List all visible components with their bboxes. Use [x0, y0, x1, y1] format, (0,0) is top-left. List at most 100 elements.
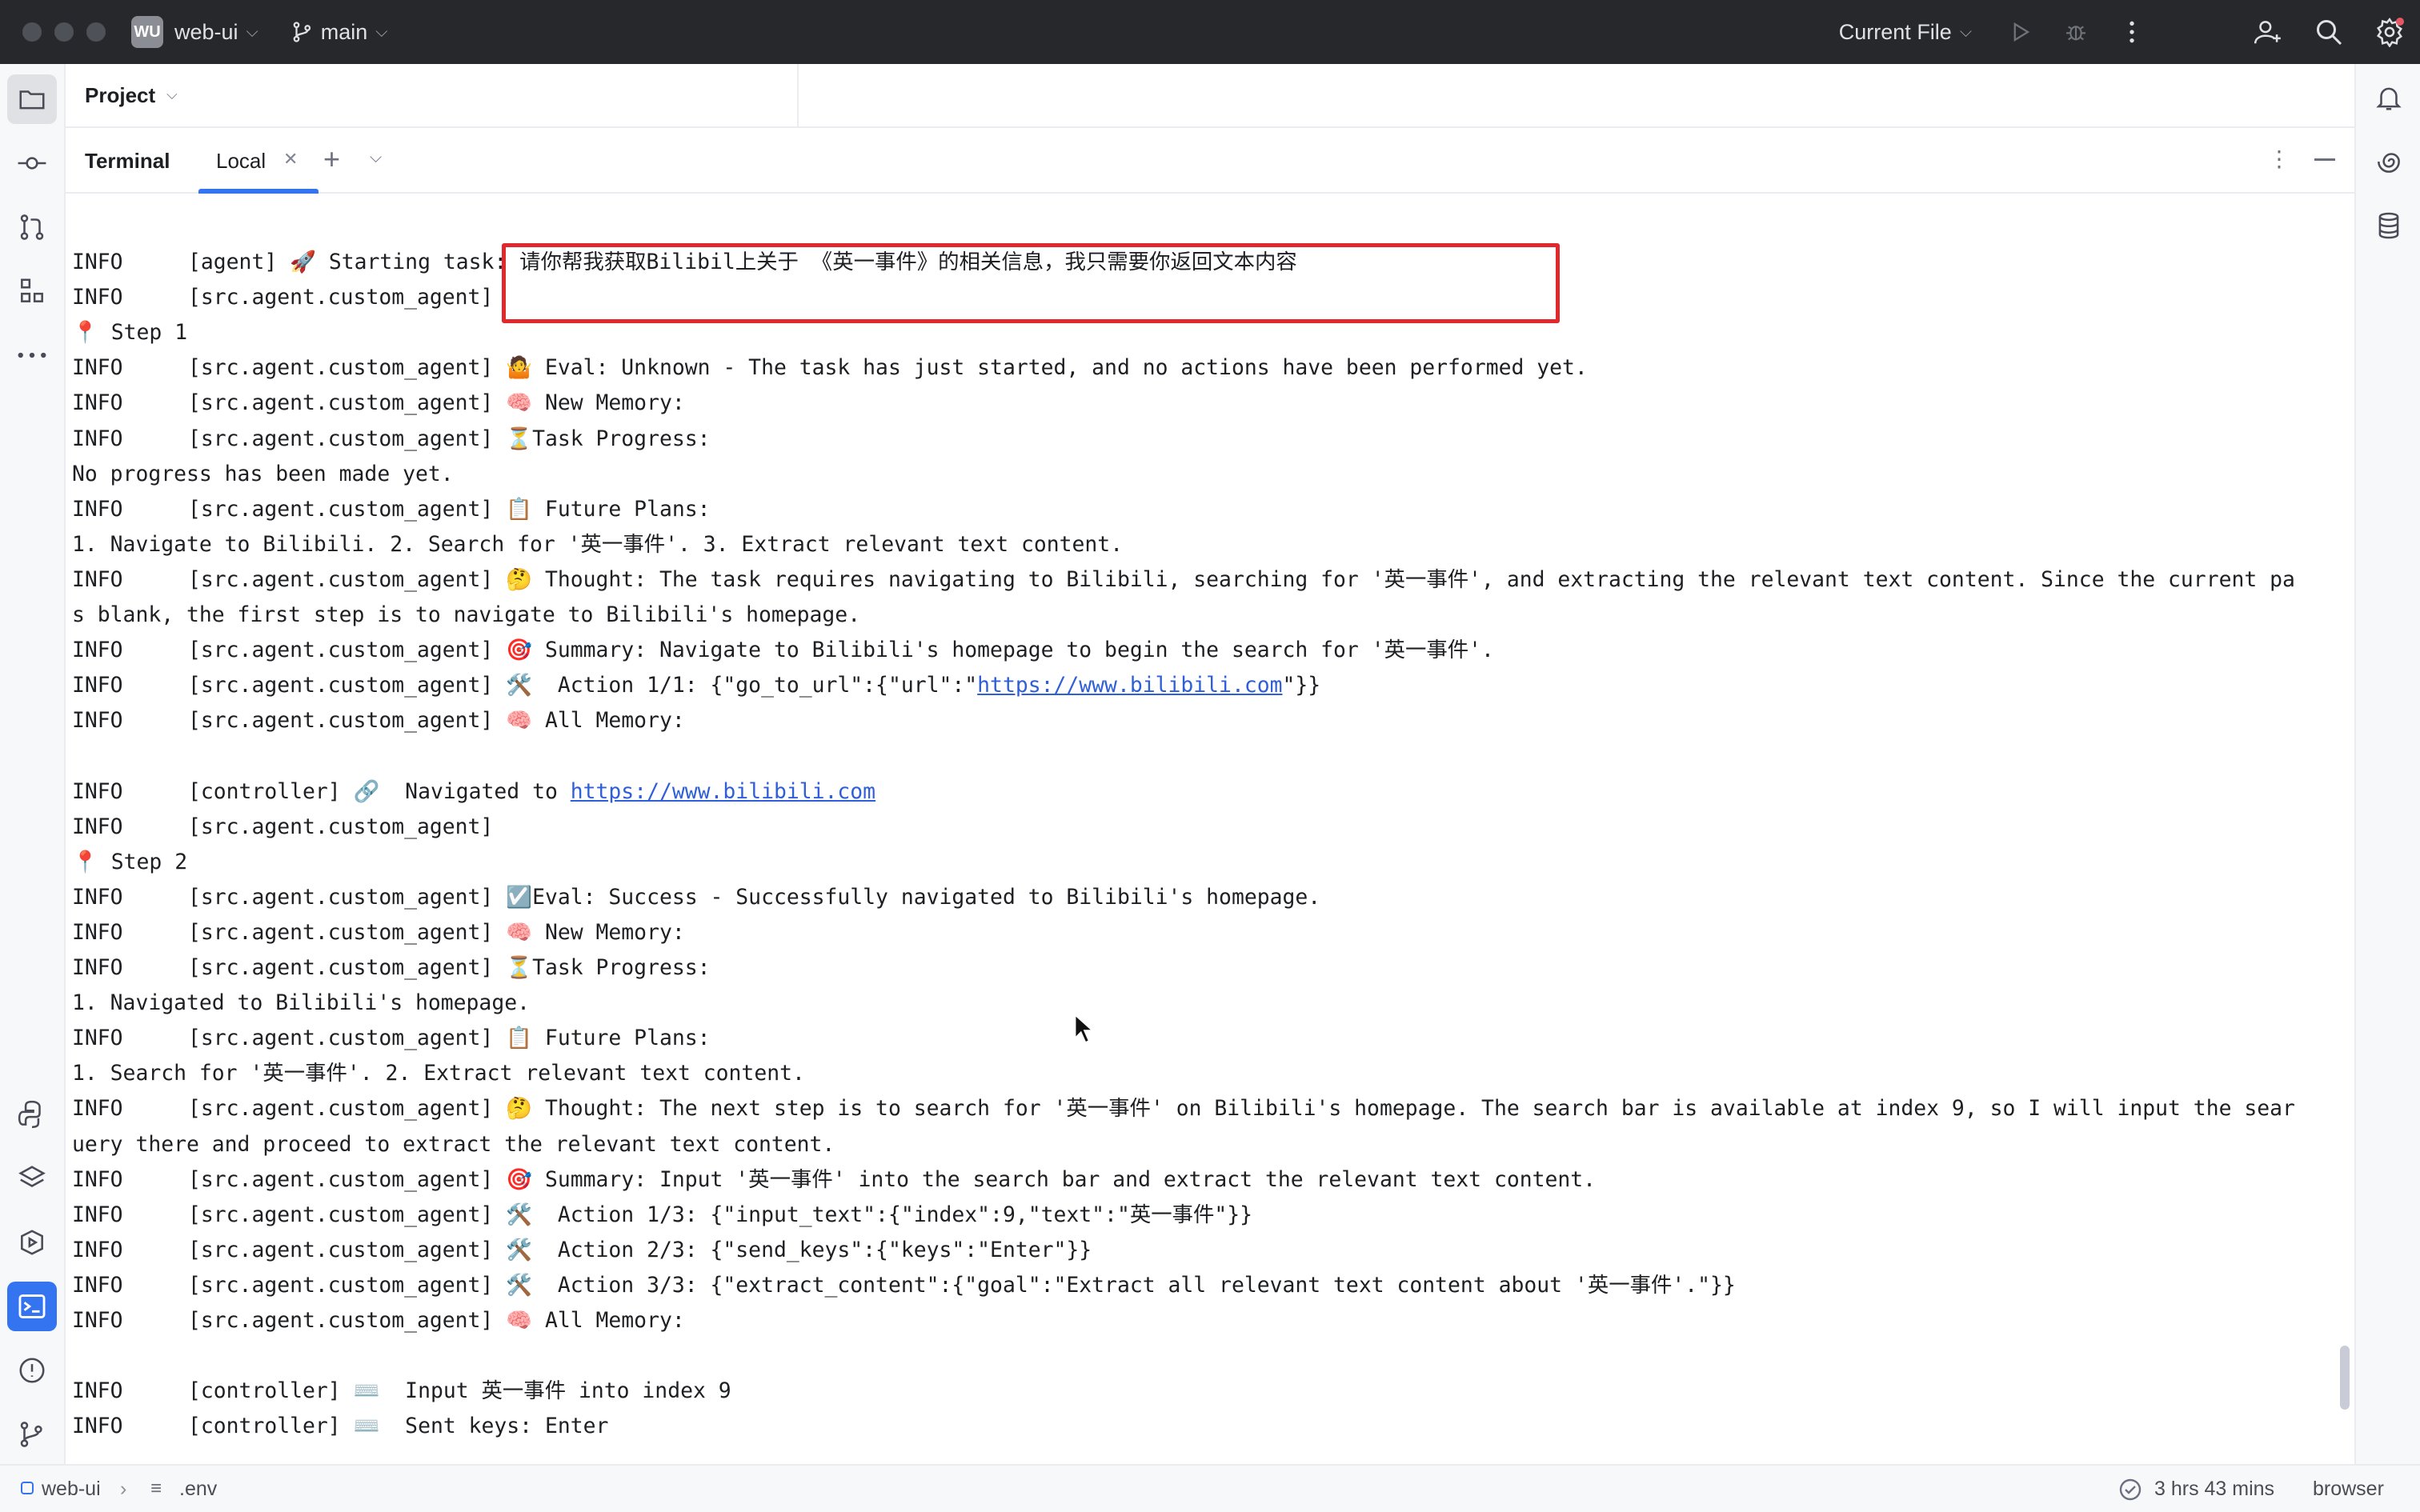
terminal-line: INFO [src.agent.custom_agent] 🤷 Eval: Unk…	[72, 350, 1588, 386]
status-bar: web-ui › ≡ .env 3 hrs 43 mins browser	[0, 1464, 2420, 1512]
more-vertical-icon[interactable]: ⋮	[2268, 146, 2290, 172]
run-config-selector[interactable]: Current File	[1839, 20, 1952, 45]
log-message: [src.agent.custom_agent] ⏳Task Progress:	[188, 955, 711, 980]
file-lines-icon: ≡	[150, 1478, 162, 1499]
zoom-window-button[interactable]	[86, 22, 106, 42]
url-link[interactable]: https://www.bilibili.com	[571, 779, 875, 804]
panel-divider	[797, 64, 799, 128]
minimize-icon[interactable]	[2314, 158, 2335, 161]
services-tool-button[interactable]	[7, 1218, 57, 1267]
log-message: [src.agent.custom_agent] 🎯 Summary: Navi…	[188, 638, 1494, 663]
terminal-line: INFO [src.agent.custom_agent] 🤔 Thought: …	[72, 1091, 2295, 1126]
chevron-down-icon[interactable]: ⌵	[370, 149, 382, 167]
window-controls	[22, 22, 106, 42]
git-branch-icon[interactable]	[290, 20, 315, 44]
chevron-down-icon[interactable]: ⌵	[166, 86, 178, 103]
play-icon[interactable]	[2004, 16, 2036, 48]
tab-local[interactable]: Local ✕	[198, 128, 319, 194]
close-window-button[interactable]	[22, 22, 42, 42]
url-link[interactable]: https://www.bilibili.com	[977, 673, 1282, 698]
log-message: [src.agent.custom_agent] ⏳Task Progress:	[188, 426, 711, 451]
git-tool-button[interactable]	[7, 1410, 57, 1459]
more-icon[interactable]	[2116, 16, 2148, 48]
breadcrumb-file[interactable]: .env	[179, 1478, 217, 1501]
log-message: [src.agent.custom_agent] 🛠️ Action 3/3: …	[188, 1272, 1736, 1298]
spiral-icon	[2378, 153, 2400, 173]
left-tool-strip	[0, 64, 66, 1464]
terminal-line: No progress has been made yet.	[72, 457, 454, 492]
python-console-button[interactable]	[7, 1090, 57, 1139]
log-message: No progress has been made yet.	[72, 461, 454, 486]
terminal-line: INFO [src.agent.custom_agent] 📋 Future Pl…	[72, 1021, 711, 1056]
log-level: INFO	[72, 1378, 123, 1404]
commit-tool-button[interactable]	[7, 138, 57, 188]
debug-icon[interactable]	[2060, 16, 2092, 48]
module-icon	[21, 1482, 34, 1494]
log-message: 📍 Step 2	[72, 849, 188, 874]
terminal-line: 1. Search for '英一事件'. 2. Extract relevan…	[72, 1056, 805, 1091]
terminal-line: INFO [src.agent.custom_agent] 🛠️ Action 1…	[72, 668, 1320, 703]
minimize-window-button[interactable]	[54, 22, 74, 42]
settings-icon[interactable]	[2374, 16, 2406, 48]
titlebar-actions: Current File ⌵	[1839, 0, 2420, 64]
commit-icon	[18, 157, 46, 170]
log-level: INFO	[72, 426, 123, 451]
terminal-line: INFO [src.agent.custom_agent] 🧠 All Memor…	[72, 1303, 685, 1338]
terminal-line: INFO [src.agent.custom_agent] 🧠 All Memor…	[72, 703, 685, 738]
search-icon[interactable]	[2313, 16, 2345, 48]
time-tracker[interactable]: 3 hrs 43 mins	[2154, 1478, 2274, 1501]
log-level: INFO	[72, 285, 123, 310]
notifications-button[interactable]	[2369, 78, 2409, 118]
branch-name[interactable]: main	[321, 20, 368, 45]
terminal-line: INFO [src.agent.custom_agent] 🧠 New Memor…	[72, 386, 685, 421]
terminal-line: INFO [src.agent.custom_agent]	[72, 280, 493, 315]
interpreter-context[interactable]: browser	[2313, 1478, 2384, 1501]
structure-tool-button[interactable]	[7, 266, 57, 316]
terminal-tool-button[interactable]	[7, 1282, 57, 1331]
log-level: INFO	[72, 390, 123, 416]
log-level: INFO	[72, 708, 123, 734]
database-button[interactable]	[2369, 206, 2409, 246]
breadcrumb-project[interactable]: web-ui	[42, 1478, 101, 1501]
more-horizontal-icon	[18, 352, 46, 358]
log-message: [controller] 🔗 Navigated to	[188, 778, 571, 804]
log-level: INFO	[72, 884, 123, 910]
log-level: INFO	[72, 1272, 123, 1298]
mouse-cursor-icon	[1074, 1013, 1095, 1044]
log-level: INFO	[72, 1096, 123, 1122]
terminal-line: INFO [src.agent.custom_agent] 🛠️ Action 2…	[72, 1233, 1092, 1268]
bell-icon	[2376, 87, 2402, 110]
terminal-line: INFO [src.agent.custom_agent] 🎯 Summary: …	[72, 633, 1494, 668]
terminal-line: INFO [src.agent.custom_agent] 🎯 Summary: …	[72, 1162, 1596, 1198]
add-tab-icon[interactable]: +	[323, 142, 340, 176]
project-name[interactable]: web-ui	[174, 20, 238, 45]
chevron-down-icon: ⌵	[375, 22, 388, 41]
project-tool-button[interactable]	[7, 74, 57, 124]
project-panel-title[interactable]: Project	[85, 83, 155, 108]
terminal-line: 📍 Step 2	[72, 845, 187, 880]
log-message: [src.agent.custom_agent] 🛠️ Action 2/3: …	[188, 1237, 1092, 1262]
log-message-tail: "}}	[1282, 673, 1321, 698]
more-tools-button[interactable]	[7, 330, 57, 380]
services-icon	[21, 1230, 43, 1255]
problems-tool-button[interactable]	[7, 1346, 57, 1395]
folder-icon	[19, 90, 45, 110]
layers-tool-button[interactable]	[7, 1154, 57, 1203]
terminal-header: Terminal Local ✕ + ⌵ ⋮	[66, 128, 2354, 194]
close-icon[interactable]: ✕	[283, 149, 298, 170]
log-message: 1. Navigated to Bilibili's homepage.	[72, 990, 530, 1016]
terminal-line: INFO [agent] 🚀 Starting task: 请你帮我获取Bilib…	[72, 245, 1297, 280]
log-level: INFO	[72, 673, 123, 698]
log-message: [src.agent.custom_agent] 🛠️ Action 1/1: …	[188, 673, 978, 698]
log-message: 1. Navigate to Bilibili. 2. Search for '…	[72, 531, 1124, 557]
ai-assistant-button[interactable]	[2369, 142, 2409, 182]
terminal-line: INFO [src.agent.custom_agent] 🛠️ Action 3…	[72, 1268, 1736, 1303]
scrollbar-thumb[interactable]	[2340, 1346, 2350, 1410]
project-badge[interactable]: WU	[131, 16, 163, 48]
terminal-line: INFO [src.agent.custom_agent]	[72, 810, 493, 845]
project-panel-header: Project ⌵	[66, 64, 2354, 128]
pull-requests-tool-button[interactable]	[7, 202, 57, 252]
add-user-icon[interactable]	[2252, 16, 2284, 48]
terminal-line: INFO [controller] ⌨️ Sent keys: Enter	[72, 1409, 608, 1444]
terminal-output[interactable]: INFO [agent] 🚀 Starting task: 请你帮我获取Bilib…	[66, 194, 2354, 1464]
